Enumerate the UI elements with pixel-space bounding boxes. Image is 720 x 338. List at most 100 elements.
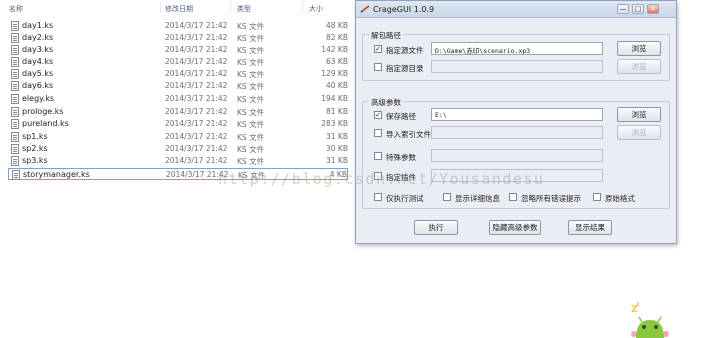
file-row[interactable]: day5.ks 2014/3/17 21:42 KS 文件 129 KB bbox=[8, 68, 348, 80]
file-icon bbox=[11, 45, 19, 55]
file-size: 82 KB bbox=[326, 33, 348, 42]
column-date[interactable]: 修改日期 bbox=[165, 4, 193, 14]
file-size: 81 KB bbox=[326, 107, 348, 116]
minimize-button[interactable]: — bbox=[617, 4, 629, 14]
test-only-option[interactable]: 仅执行测试 bbox=[374, 192, 434, 204]
ignore-errors-option[interactable]: 忽略所有错误提示 bbox=[509, 192, 583, 204]
file-row[interactable]: day4.ks 2014/3/17 21:42 KS 文件 63 KB bbox=[8, 56, 348, 68]
file-row[interactable]: day1.ks 2014/3/17 21:42 KS 文件 48 KB bbox=[8, 20, 348, 32]
maximize-button[interactable]: □ bbox=[632, 4, 644, 14]
file-date: 2014/3/17 21:42 bbox=[165, 21, 228, 30]
file-row[interactable]: sp2.ks 2014/3/17 21:42 KS 文件 30 KB bbox=[8, 143, 348, 155]
save-path-input[interactable]: E:\ bbox=[431, 108, 603, 121]
file-date: 2014/3/17 21:42 bbox=[165, 94, 228, 103]
watermark: http://blog.csdn.net/Yousandesu bbox=[218, 170, 545, 188]
file-row[interactable]: day3.ks 2014/3/17 21:42 KS 文件 142 KB bbox=[8, 44, 348, 56]
raw-format-option[interactable]: 原始格式 bbox=[593, 192, 643, 204]
file-name: prologe.ks bbox=[22, 107, 64, 116]
browse-source-dir-button[interactable]: 浏览 bbox=[617, 59, 661, 74]
special-params-option[interactable]: 特殊参数 bbox=[374, 151, 434, 163]
ignore-errors-checkbox[interactable] bbox=[509, 193, 517, 201]
column-size[interactable]: 大小 bbox=[309, 4, 323, 14]
title-bar[interactable]: CrageGUI 1.0.9 — □ ✕ bbox=[356, 1, 676, 18]
file-size: 30 KB bbox=[326, 144, 348, 153]
unpack-group-label: 解包路径 bbox=[369, 30, 403, 41]
save-path-checkbox[interactable]: ✓ bbox=[374, 111, 382, 119]
browse-save-path-button[interactable]: 浏览 bbox=[617, 107, 661, 122]
column-type[interactable]: 类型 bbox=[237, 4, 251, 14]
file-date: 2014/3/17 21:42 bbox=[165, 119, 228, 128]
file-icon bbox=[11, 81, 19, 91]
unpack-group: 解包路径 ✓ 指定源文件 D:\Game\赤印\scenario.xp3 浏览 … bbox=[362, 30, 670, 81]
file-icon bbox=[11, 144, 19, 154]
source-file-label: 指定源文件 bbox=[386, 46, 424, 55]
browse-import-index-button[interactable]: 浏览 bbox=[617, 125, 661, 140]
save-path-label: 保存路径 bbox=[386, 112, 416, 121]
file-name: elegy.ks bbox=[22, 94, 55, 103]
column-divider[interactable] bbox=[302, 2, 303, 13]
file-type: KS 文件 bbox=[237, 95, 265, 104]
raw-format-checkbox[interactable] bbox=[593, 193, 601, 201]
source-file-option[interactable]: ✓ 指定源文件 bbox=[374, 44, 434, 56]
file-size: 63 KB bbox=[326, 57, 348, 66]
file-type: KS 文件 bbox=[237, 70, 265, 79]
file-row[interactable]: day6.ks 2014/3/17 21:42 KS 文件 40 KB bbox=[8, 80, 348, 92]
verbose-checkbox[interactable] bbox=[443, 193, 451, 201]
hide-advanced-button[interactable]: 隐藏高级参数 bbox=[489, 220, 541, 235]
file-name: sp3.ks bbox=[22, 156, 48, 165]
source-dir-input[interactable] bbox=[431, 60, 603, 73]
file-type: KS 文件 bbox=[237, 58, 265, 67]
file-date: 2014/3/17 21:42 bbox=[165, 57, 228, 66]
app-icon bbox=[360, 5, 370, 13]
special-params-input[interactable] bbox=[431, 149, 603, 162]
import-index-input[interactable] bbox=[431, 126, 603, 139]
file-name: day2.ks bbox=[22, 33, 54, 42]
file-name: day5.ks bbox=[22, 69, 54, 78]
file-row[interactable]: day2.ks 2014/3/17 21:42 KS 文件 82 KB bbox=[8, 32, 348, 44]
file-type: KS 文件 bbox=[237, 46, 265, 55]
show-result-button[interactable]: 显示结果 bbox=[568, 220, 612, 235]
file-name: day6.ks bbox=[22, 81, 54, 90]
column-name[interactable]: 名称 bbox=[9, 4, 23, 14]
import-index-checkbox[interactable] bbox=[374, 129, 382, 137]
special-params-checkbox[interactable] bbox=[374, 152, 382, 160]
file-size: 194 KB bbox=[321, 94, 348, 103]
file-size: 40 KB bbox=[326, 81, 348, 90]
file-icon bbox=[11, 107, 19, 117]
android-mascot-icon: Z z bbox=[631, 301, 669, 338]
column-divider[interactable] bbox=[230, 2, 231, 13]
file-row[interactable]: sp1.ks 2014/3/17 21:42 KS 文件 31 KB bbox=[8, 131, 348, 143]
source-dir-option[interactable]: 指定源目录 bbox=[374, 62, 434, 74]
file-icon bbox=[11, 132, 19, 142]
file-row[interactable]: pureland.ks 2014/3/17 21:42 KS 文件 283 KB bbox=[8, 118, 348, 130]
browse-source-file-button[interactable]: 浏览 bbox=[617, 41, 661, 56]
file-row[interactable]: elegy.ks 2014/3/17 21:42 KS 文件 194 KB bbox=[8, 93, 348, 105]
run-button[interactable]: 执行 bbox=[414, 220, 458, 235]
file-name: day1.ks bbox=[22, 21, 54, 30]
source-dir-checkbox[interactable] bbox=[374, 63, 382, 71]
advanced-group: 高级参数 ✓ 保存路径 E:\ 浏览 导入索引文件 浏览 特殊参数 指定插件 仅… bbox=[362, 97, 670, 209]
file-date: 2014/3/17 21:42 bbox=[165, 45, 228, 54]
file-name: day3.ks bbox=[22, 45, 54, 54]
column-divider[interactable] bbox=[160, 2, 161, 13]
file-type: KS 文件 bbox=[237, 133, 265, 142]
verbose-option[interactable]: 显示详细信息 bbox=[443, 192, 505, 204]
test-only-checkbox[interactable] bbox=[374, 193, 382, 201]
file-row[interactable]: sp3.ks 2014/3/17 21:42 KS 文件 31 KB bbox=[8, 155, 348, 167]
close-button[interactable]: ✕ bbox=[647, 4, 659, 14]
file-row[interactable]: prologe.ks 2014/3/17 21:42 KS 文件 81 KB bbox=[8, 106, 348, 118]
file-icon bbox=[11, 69, 19, 79]
source-dir-label: 指定源目录 bbox=[386, 64, 424, 73]
source-file-input[interactable]: D:\Game\赤印\scenario.xp3 bbox=[431, 42, 603, 55]
ignore-errors-label: 忽略所有错误提示 bbox=[521, 194, 581, 203]
file-icon bbox=[12, 170, 20, 180]
file-date: 2014/3/17 21:42 bbox=[165, 81, 228, 90]
file-size: 129 KB bbox=[321, 69, 348, 78]
file-date: 2014/3/17 21:42 bbox=[165, 156, 228, 165]
svg-text:z: z bbox=[636, 301, 640, 308]
window-title: CrageGUI 1.0.9 bbox=[373, 5, 435, 14]
file-date: 2014/3/17 21:42 bbox=[165, 132, 228, 141]
source-file-checkbox[interactable]: ✓ bbox=[374, 45, 382, 53]
save-path-option[interactable]: ✓ 保存路径 bbox=[374, 110, 434, 122]
file-date: 2014/3/17 21:42 bbox=[165, 33, 228, 42]
